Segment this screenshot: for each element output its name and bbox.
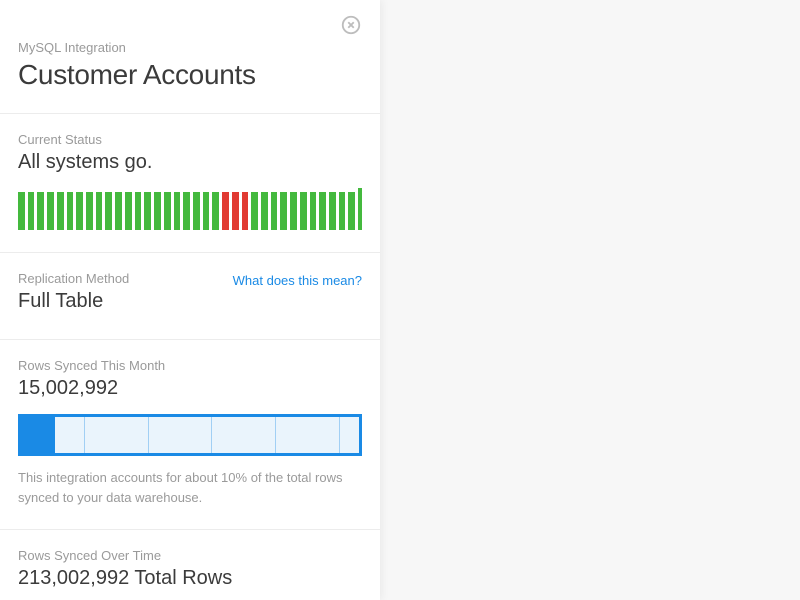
replication-label: Replication Method: [18, 271, 129, 286]
status-bar: [18, 192, 25, 230]
status-bar: [47, 192, 54, 230]
rows-month-section: Rows Synced This Month 15,002,992 This i…: [0, 340, 380, 530]
status-bar: [37, 192, 44, 230]
status-chart: [18, 188, 362, 230]
rows-progress-bar: [18, 414, 362, 456]
status-bar: [76, 192, 83, 230]
header-section: MySQL Integration Customer Accounts: [0, 0, 380, 114]
status-bar: [164, 192, 171, 230]
breadcrumb: MySQL Integration: [18, 40, 362, 55]
status-bar: [251, 192, 258, 230]
status-bar: [319, 192, 326, 230]
status-bar: [174, 192, 181, 230]
rows-progress-ticks: [21, 417, 359, 453]
status-bar: [358, 188, 362, 230]
status-bar: [222, 192, 229, 230]
status-bar: [57, 192, 64, 230]
status-bar: [300, 192, 307, 230]
status-bar: [67, 192, 74, 230]
replication-value: Full Table: [18, 290, 362, 313]
rows-time-label: Rows Synced Over Time: [18, 548, 362, 563]
status-bar: [348, 192, 355, 230]
status-bar: [115, 192, 122, 230]
rows-month-value: 15,002,992: [18, 377, 362, 400]
close-button[interactable]: [340, 14, 362, 36]
status-bar: [280, 192, 287, 230]
integration-detail-panel: MySQL Integration Customer Accounts Curr…: [0, 0, 380, 600]
status-bar: [144, 192, 151, 230]
status-bar: [232, 192, 239, 230]
status-bar: [310, 192, 317, 230]
status-bar: [86, 192, 93, 230]
status-value: All systems go.: [18, 151, 362, 174]
status-label: Current Status: [18, 132, 362, 147]
help-link[interactable]: What does this mean?: [233, 273, 362, 288]
rows-month-description: This integration accounts for about 10% …: [18, 468, 362, 507]
status-bar: [154, 192, 161, 230]
status-bar: [135, 192, 142, 230]
status-bar: [96, 192, 103, 230]
status-bar: [271, 192, 278, 230]
status-bar: [290, 192, 297, 230]
status-bar: [261, 192, 268, 230]
rows-time-value: 213,002,992 Total Rows: [18, 567, 362, 590]
status-bar: [203, 192, 210, 230]
close-icon: [340, 23, 362, 40]
rows-month-label: Rows Synced This Month: [18, 358, 362, 373]
replication-section: Replication Method What does this mean? …: [0, 253, 380, 340]
status-bar: [212, 192, 219, 230]
status-bar: [105, 192, 112, 230]
status-bar: [329, 192, 336, 230]
status-bar: [125, 192, 132, 230]
rows-time-section: Rows Synced Over Time 213,002,992 Total …: [0, 530, 380, 600]
status-bar: [28, 192, 35, 230]
page-title: Customer Accounts: [18, 59, 362, 91]
status-bar: [193, 192, 200, 230]
status-bar: [183, 192, 190, 230]
status-section: Current Status All systems go.: [0, 114, 380, 253]
status-bar: [242, 192, 249, 230]
status-bar: [339, 192, 346, 230]
